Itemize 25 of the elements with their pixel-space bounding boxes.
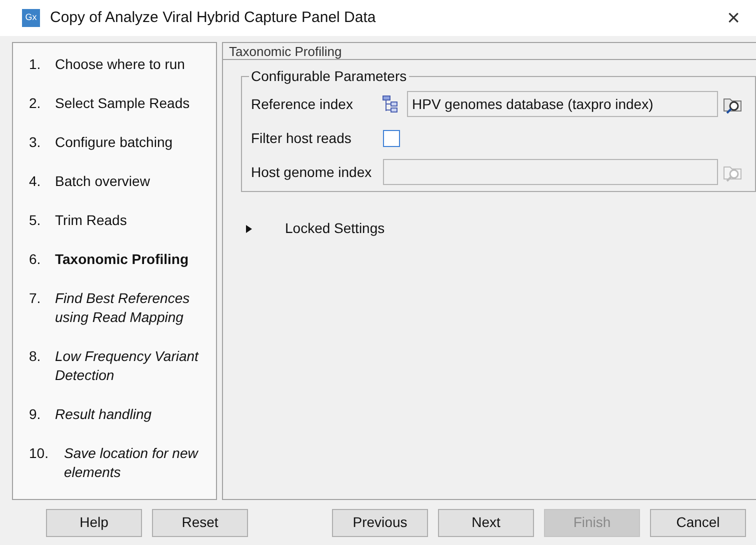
dialog-button[interactable]: Cancel: [650, 508, 746, 536]
index-field[interactable]: HPV genomes database (taxpro index): [407, 91, 718, 117]
dialog-button[interactable]: Help: [46, 508, 142, 536]
field-label: Filter host reads: [251, 128, 352, 148]
step-item[interactable]: 10. Save location for new elements: [13, 444, 216, 482]
step-item[interactable]: 5. Trim Reads: [13, 211, 216, 230]
step-item[interactable]: 8. Low Frequency Variant Detection: [13, 347, 216, 385]
field-label: Host genome index: [251, 162, 373, 182]
step-item[interactable]: 4. Batch overview: [13, 172, 216, 191]
panel-title: Taxonomic Profiling: [222, 42, 756, 59]
group-title: Configurable Parameters: [250, 67, 408, 86]
dialog-button[interactable]: Previous: [332, 508, 428, 536]
app-logo: Gx: [22, 9, 40, 27]
step-item[interactable]: 9. Result handling: [13, 405, 216, 424]
step-item[interactable]: 3. Configure batching: [13, 133, 216, 152]
dialog-button[interactable]: Next: [438, 508, 534, 536]
locked-settings-toggle[interactable]: Locked Settings: [245, 218, 385, 239]
step-item[interactable]: 6. Taxonomic Profiling: [13, 250, 216, 269]
dialog-button[interactable]: Reset: [152, 508, 248, 536]
step-item[interactable]: 1. Choose where to run: [13, 55, 216, 74]
field-label: Reference index: [251, 94, 354, 114]
close-button[interactable]: ×: [727, 7, 740, 29]
step-item[interactable]: 2. Select Sample Reads: [13, 94, 216, 113]
window-title: Copy of Analyze Viral Hybrid Capture Panel Data: [50, 8, 376, 28]
step-item[interactable]: 7. Find Best References using Read Mapping: [13, 289, 216, 327]
